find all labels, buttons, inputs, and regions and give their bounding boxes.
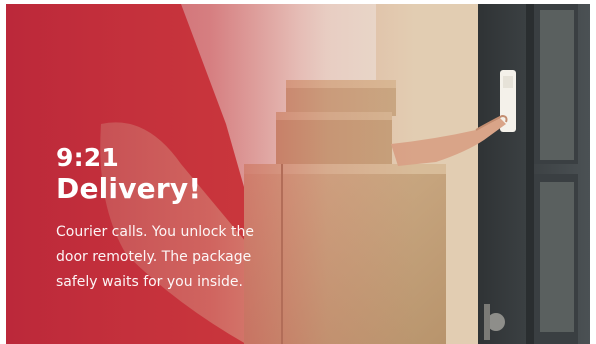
promo-description: Courier calls. You unlock the door remot… (56, 224, 254, 290)
promo-headline: Delivery! (56, 172, 202, 205)
promo-time: 9:21 (56, 143, 119, 172)
promo-hero: 9:21 Delivery! Courier calls. You unlock… (6, 4, 590, 344)
promo-text: 9:21 Delivery! Courier calls. You unlock… (56, 144, 296, 295)
